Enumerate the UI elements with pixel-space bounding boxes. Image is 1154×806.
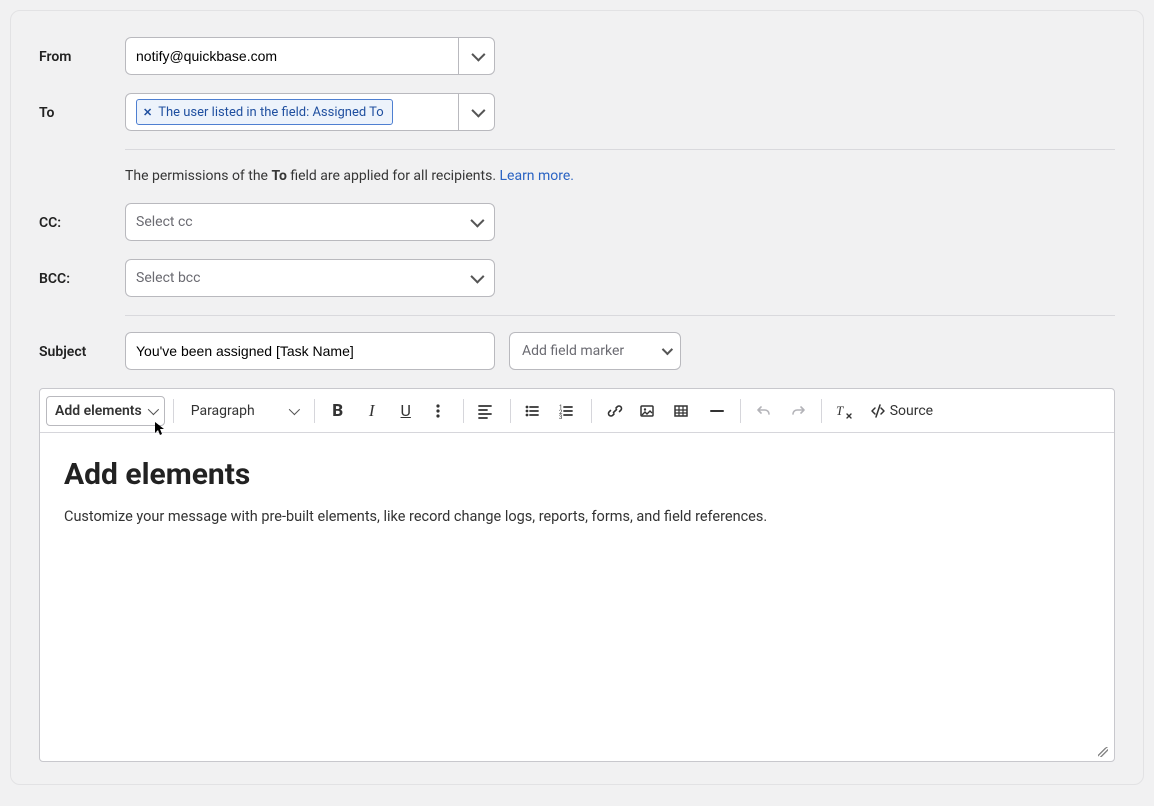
bcc-label: BCC: xyxy=(39,269,125,287)
chevron-down-icon xyxy=(147,403,158,414)
field-marker-select[interactable]: Add field marker xyxy=(509,332,681,370)
undo-icon xyxy=(756,403,772,419)
underline-button[interactable]: U xyxy=(391,396,421,426)
add-elements-dropdown[interactable]: Add elements xyxy=(46,396,165,426)
from-dropdown-button[interactable] xyxy=(458,38,494,74)
learn-more-link[interactable]: Learn more. xyxy=(499,168,574,184)
to-label: To xyxy=(39,103,125,121)
chevron-down-icon xyxy=(471,104,485,118)
cc-combo[interactable]: Select cc xyxy=(125,203,495,241)
list-numbered-icon: 123 xyxy=(558,403,574,419)
chevron-down-icon xyxy=(470,214,484,228)
source-label: Source xyxy=(890,403,933,419)
toolbar-divider xyxy=(591,399,592,423)
horizontal-line-icon xyxy=(709,403,725,419)
body-paragraph: Customize your message with pre-built el… xyxy=(64,506,1090,528)
redo-button[interactable] xyxy=(783,396,813,426)
align-left-icon xyxy=(477,403,493,419)
note-text2: field are applied for all recipients. xyxy=(287,168,500,184)
image-icon xyxy=(639,403,655,419)
italic-button[interactable]: I xyxy=(357,396,387,426)
toolbar-divider xyxy=(173,399,174,423)
to-recipient-tag[interactable]: ✕ The user listed in the field: Assigned… xyxy=(136,99,393,125)
source-icon xyxy=(870,403,886,419)
add-elements-label: Add elements xyxy=(55,403,142,419)
subject-row: Subject Add field marker xyxy=(39,332,1115,370)
toolbar-divider xyxy=(314,399,315,423)
svg-text:T: T xyxy=(836,403,844,418)
to-row: To ✕ The user listed in the field: Assig… xyxy=(39,93,1115,131)
divider xyxy=(125,149,1115,150)
horizontal-rule-button[interactable] xyxy=(702,396,732,426)
to-combo[interactable]: ✕ The user listed in the field: Assigned… xyxy=(125,93,495,131)
note-bold: To xyxy=(271,168,286,184)
redo-icon xyxy=(790,403,806,419)
bcc-placeholder: Select bcc xyxy=(136,270,200,286)
list-bullet-icon xyxy=(524,403,540,419)
chevron-down-icon xyxy=(470,270,484,284)
toolbar-divider xyxy=(740,399,741,423)
table-dropdown[interactable] xyxy=(668,396,698,426)
cc-placeholder: Select cc xyxy=(136,214,193,230)
clear-formatting-button[interactable]: T xyxy=(830,396,860,426)
paragraph-label: Paragraph xyxy=(191,403,255,419)
chevron-down-icon xyxy=(662,344,673,355)
bold-button[interactable]: B xyxy=(323,396,353,426)
cc-label: CC: xyxy=(39,213,125,231)
bulleted-list-dropdown[interactable] xyxy=(519,396,549,426)
from-combo[interactable] xyxy=(125,37,495,75)
svg-text:3: 3 xyxy=(559,414,562,419)
link-button[interactable] xyxy=(600,396,630,426)
numbered-list-dropdown[interactable]: 123 xyxy=(553,396,583,426)
subject-input[interactable] xyxy=(125,332,495,370)
remove-tag-icon[interactable]: ✕ xyxy=(143,106,152,119)
from-input[interactable] xyxy=(136,48,448,64)
marker-placeholder: Add field marker xyxy=(522,343,624,359)
divider xyxy=(125,315,1115,316)
chevron-down-icon xyxy=(288,403,299,414)
bcc-dropdown-button[interactable] xyxy=(458,260,494,296)
align-dropdown[interactable] xyxy=(472,396,502,426)
cc-dropdown-button[interactable] xyxy=(458,204,494,240)
note-text: The permissions of the xyxy=(125,168,271,184)
rich-text-editor: Add elements Paragraph B I U xyxy=(39,388,1115,762)
image-dropdown[interactable] xyxy=(634,396,664,426)
editor-body[interactable]: Add elements Customize your message with… xyxy=(40,433,1114,761)
chevron-down-icon xyxy=(471,48,485,62)
editor-toolbar: Add elements Paragraph B I U xyxy=(40,389,1114,433)
resize-handle[interactable] xyxy=(1096,745,1108,757)
body-heading: Add elements xyxy=(64,457,1090,492)
to-tag-label: The user listed in the field: Assigned T… xyxy=(158,105,384,120)
toolbar-divider xyxy=(510,399,511,423)
subject-label: Subject xyxy=(39,342,125,360)
toolbar-divider xyxy=(821,399,822,423)
to-dropdown-button[interactable] xyxy=(458,94,494,130)
link-icon xyxy=(607,403,623,419)
from-row: From xyxy=(39,37,1115,75)
bcc-combo[interactable]: Select bcc xyxy=(125,259,495,297)
table-icon xyxy=(673,403,689,419)
source-button[interactable]: Source xyxy=(864,396,939,426)
undo-button[interactable] xyxy=(749,396,779,426)
bcc-row: BCC: Select bcc xyxy=(39,259,1115,297)
permissions-note: The permissions of the To field are appl… xyxy=(125,166,1115,187)
paragraph-dropdown[interactable]: Paragraph xyxy=(182,396,306,426)
clear-format-icon: T xyxy=(836,403,854,419)
from-label: From xyxy=(39,47,125,65)
toolbar-divider xyxy=(463,399,464,423)
kebab-icon xyxy=(430,403,446,419)
email-editor-panel: From To ✕ The user listed in the field: … xyxy=(10,10,1144,785)
more-formatting-button[interactable] xyxy=(425,396,455,426)
cc-row: CC: Select cc xyxy=(39,203,1115,241)
